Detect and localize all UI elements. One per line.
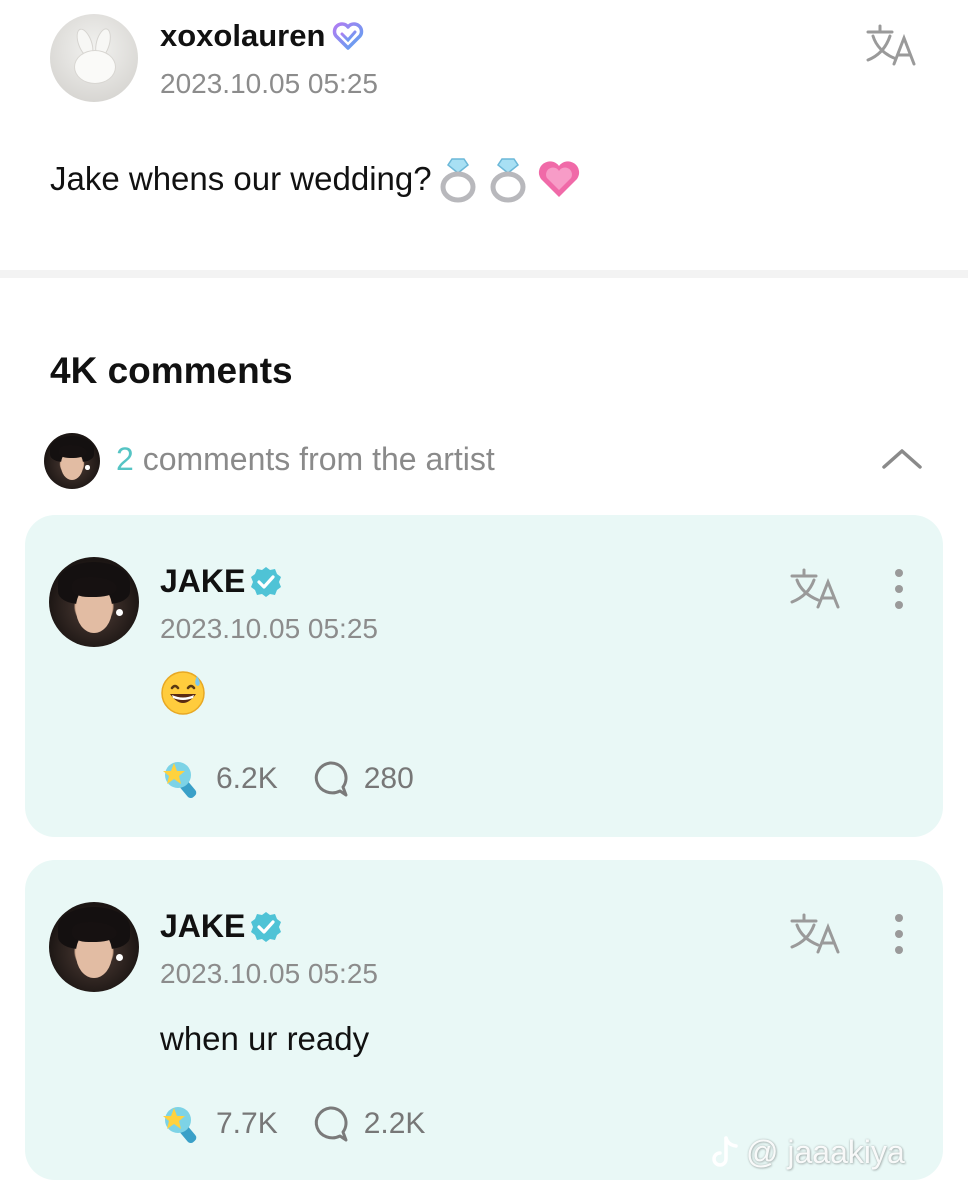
- fanlight-icon[interactable]: [160, 1102, 206, 1146]
- post-username[interactable]: xoxolauren: [160, 18, 325, 54]
- tiktok-watermark: @ jaaakiya: [708, 1134, 905, 1171]
- earring: [115, 609, 123, 617]
- ring-icon: [440, 158, 476, 203]
- ring-icon: [490, 158, 526, 203]
- comment-text: when ur ready: [160, 1020, 370, 1057]
- comment-author[interactable]: JAKE: [160, 908, 245, 945]
- artist-comments-toggle[interactable]: 2 comments from the artist: [0, 425, 968, 495]
- fringe: [58, 445, 87, 458]
- post-text: Jake whens our wedding?: [50, 160, 432, 197]
- comment-stats: 7.7K 2.2K: [160, 1102, 425, 1146]
- artist-comments-label: 2 comments from the artist: [116, 441, 495, 478]
- post-body: Jake whens our wedding?: [50, 155, 582, 203]
- earring: [85, 465, 90, 470]
- tiktok-logo-icon: [712, 1135, 738, 1167]
- artist-comment-card: JAKE 2023.10.05 05:25 when ur ready 7.7K: [25, 860, 943, 1180]
- comment-author-row: JAKE: [160, 908, 283, 945]
- comment-bubble-icon[interactable]: [310, 759, 350, 799]
- post-header: xoxolauren 2023.10.05 05:25 Jake whens o…: [0, 0, 968, 250]
- comment-stats: 6.2K 280: [160, 757, 414, 801]
- artist-avatar[interactable]: [49, 557, 139, 647]
- chevron-up-icon[interactable]: [880, 443, 924, 473]
- earring: [115, 954, 123, 962]
- comments-count-title: 4K comments: [50, 350, 293, 391]
- more-options-icon[interactable]: [887, 912, 911, 956]
- comment-author[interactable]: JAKE: [160, 563, 245, 600]
- translate-icon[interactable]: [864, 22, 920, 70]
- translate-icon[interactable]: [788, 912, 844, 956]
- like-count: 7.7K: [216, 1107, 278, 1140]
- comment-author-row: JAKE: [160, 563, 283, 600]
- fringe: [72, 921, 118, 942]
- comment-bubble-icon[interactable]: [310, 1104, 350, 1144]
- artist-avatar[interactable]: [49, 902, 139, 992]
- grinning-sweat-emoji-icon: [161, 671, 205, 715]
- watermark-handle: @ jaaakiya: [746, 1134, 905, 1170]
- artist-comments-count: 2: [116, 441, 134, 477]
- verified-badge-icon: [251, 911, 282, 942]
- pink-heart-icon: [538, 161, 579, 197]
- fringe: [72, 576, 118, 597]
- post-timestamp: 2023.10.05 05:25: [160, 68, 378, 99]
- reply-count: 280: [363, 762, 414, 795]
- artist-comments-text: comments from the artist: [133, 441, 495, 477]
- reply-count: 2.2K: [363, 1107, 426, 1140]
- user-avatar[interactable]: [50, 14, 138, 102]
- comment-timestamp: 2023.10.05 05:25: [160, 958, 378, 989]
- post-username-row: xoxolauren: [160, 18, 365, 54]
- bunny-head: [74, 50, 116, 84]
- heart-badge-icon: [333, 22, 364, 50]
- section-divider: [0, 270, 968, 278]
- like-count: 6.2K: [216, 762, 278, 795]
- translate-icon[interactable]: [788, 567, 844, 611]
- artist-comment-card: JAKE 2023.10.05 05:25 6.2K 280: [25, 515, 943, 837]
- comment-timestamp: 2023.10.05 05:25: [160, 613, 378, 644]
- artist-avatar-small: [44, 433, 100, 489]
- more-options-icon[interactable]: [887, 567, 911, 611]
- verified-badge-icon: [251, 566, 282, 597]
- fanlight-icon[interactable]: [160, 757, 206, 801]
